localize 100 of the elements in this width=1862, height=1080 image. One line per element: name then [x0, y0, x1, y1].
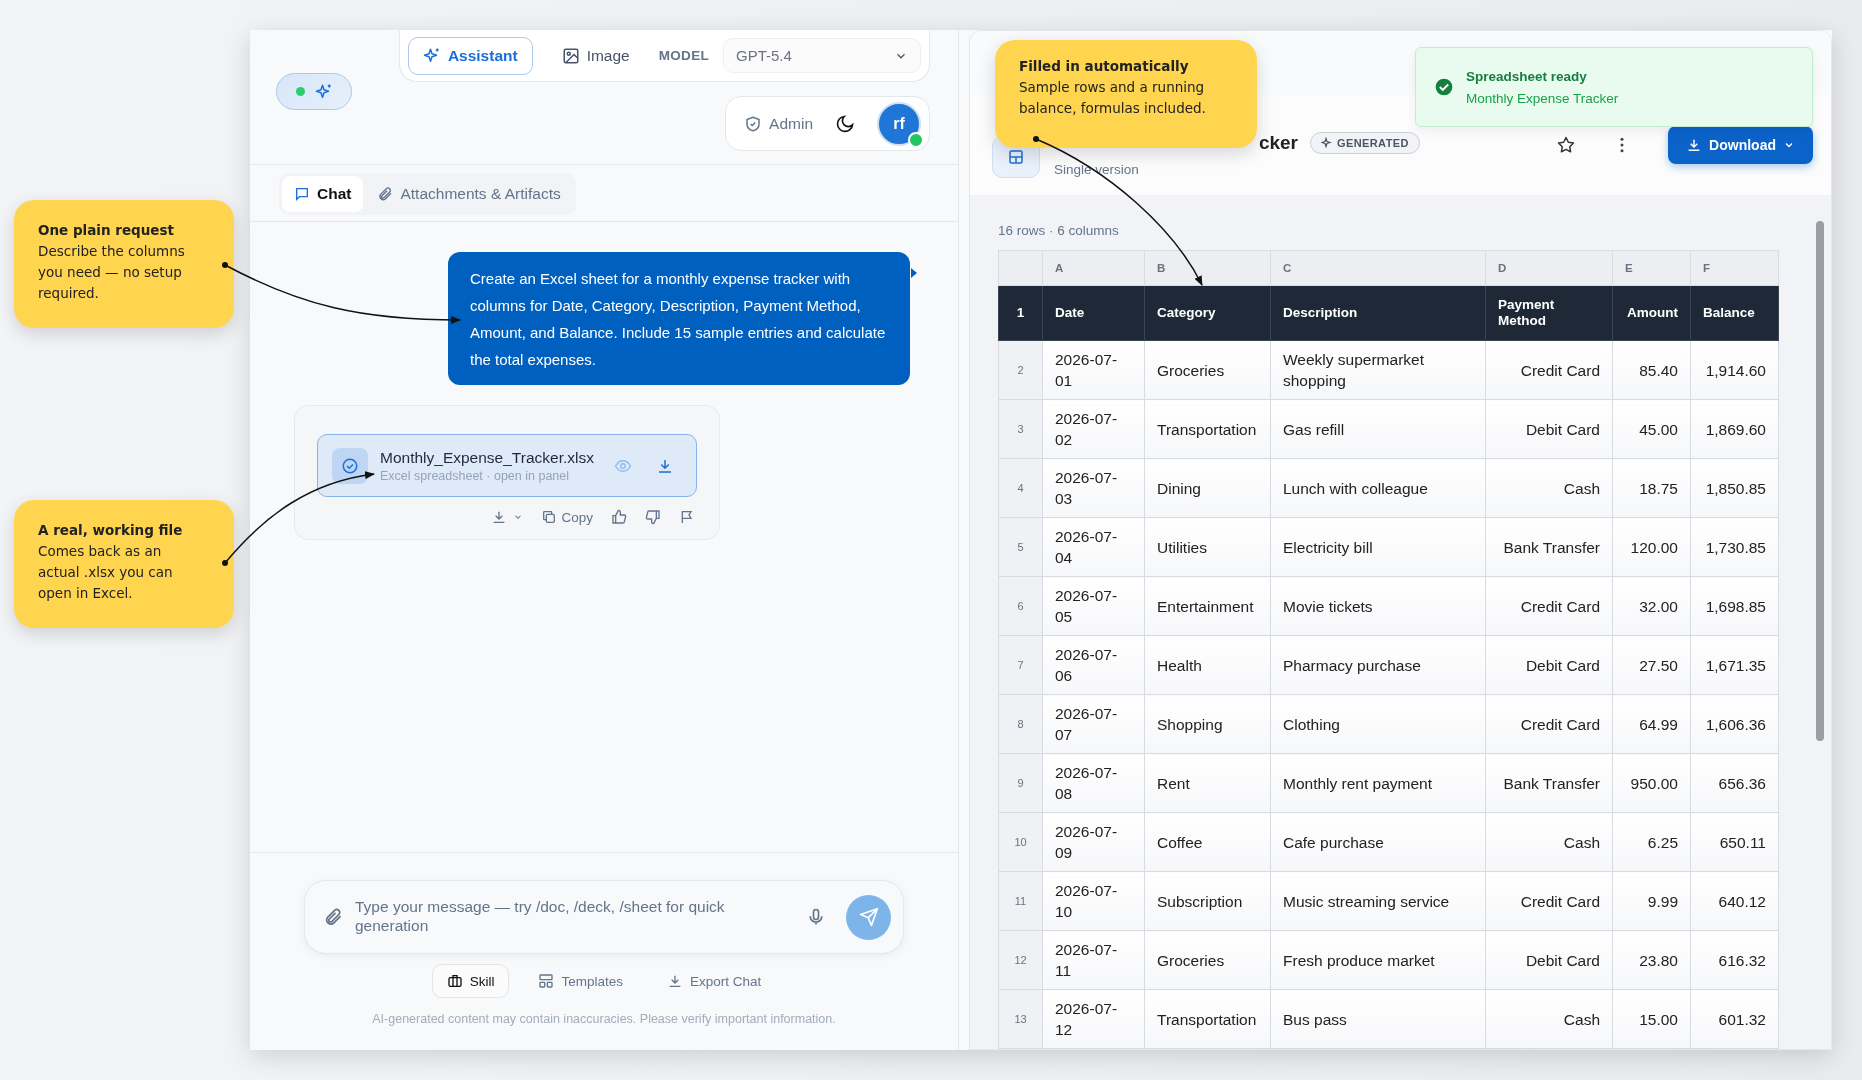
- file-subtitle: Excel spreadsheet · open in panel: [380, 468, 570, 483]
- row-number: 8: [998, 694, 1043, 754]
- file-attachment[interactable]: Monthly_Expense_Tracker.xlsx Excel spreadsheet · open in panel: [317, 434, 697, 497]
- table-cell: 2026-07-12: [1042, 989, 1145, 1049]
- sparkle-icon: [314, 82, 333, 101]
- generated-badge: GENERATED: [1310, 131, 1420, 154]
- toast-message: Monthly Expense Tracker: [1466, 90, 1619, 106]
- table-cell: Debit Card: [1485, 930, 1613, 990]
- thumbs-up-icon[interactable]: [611, 509, 627, 525]
- table-cell: 2026-07-04: [1042, 517, 1145, 577]
- table-cell: 2026-07-11: [1042, 930, 1145, 990]
- table-cell: Debit Card: [1485, 635, 1613, 695]
- copy-icon: [541, 509, 558, 525]
- send-icon: [858, 907, 879, 927]
- row-number: 12: [998, 930, 1043, 990]
- flag-icon[interactable]: [679, 509, 695, 525]
- thumbs-down-icon[interactable]: [645, 509, 661, 525]
- table-cell: Subscription: [1144, 871, 1271, 931]
- copy-button[interactable]: Copy: [541, 509, 593, 525]
- table-cell: Fresh produce market: [1270, 930, 1486, 990]
- table-cell: Cash: [1485, 458, 1613, 518]
- table-cell: 650.11: [1690, 812, 1779, 872]
- table-cell: 32.00: [1612, 576, 1691, 636]
- microphone-icon[interactable]: [806, 907, 826, 927]
- panel-tab[interactable]: Attachments & Artifacts: [365, 176, 573, 212]
- table-cell: 2026-07-05: [1042, 576, 1145, 636]
- table-cell: Bank Transfer: [1485, 753, 1613, 813]
- table-cell: 2026-07-10: [1042, 871, 1145, 931]
- row-number: 1: [998, 285, 1043, 341]
- callout-text: Describe the columns you need — no setup required.: [38, 242, 186, 303]
- table-cell: 120.00: [1612, 517, 1691, 577]
- assistant-status-button[interactable]: [276, 73, 352, 110]
- briefcase-icon: [446, 973, 463, 989]
- callout-title: Filled in automatically: [1019, 57, 1190, 76]
- table-cell: 1,914.60: [1690, 340, 1779, 400]
- table-cell: Weekly supermarket shopping: [1270, 340, 1486, 400]
- table-cell: 45.00: [1612, 399, 1691, 459]
- paperclip-icon[interactable]: [323, 907, 343, 927]
- row-number: 10: [998, 812, 1043, 872]
- row-number: 4: [998, 458, 1043, 518]
- table-cell: Music streaming service: [1270, 871, 1486, 931]
- model-dropdown[interactable]: GPT-5.4: [723, 38, 921, 73]
- row-number: 13: [998, 989, 1043, 1049]
- table-cell: 2026-07-01: [1042, 340, 1145, 400]
- message-field[interactable]: Type your message — try /doc, /deck, /sheet for quick generation: [304, 880, 904, 954]
- sparkle-icon: [1321, 136, 1333, 149]
- table-cell: Debit Card: [1485, 399, 1613, 459]
- table-cell: 9.99: [1612, 871, 1691, 931]
- table-cell: 2026-07-07: [1042, 694, 1145, 754]
- mode-tab[interactable]: Assistant: [407, 36, 533, 75]
- table-cell: 23.80: [1612, 930, 1691, 990]
- column-letter: A: [1042, 250, 1145, 286]
- table-cell: Utilities: [1144, 517, 1271, 577]
- paperclip-icon: [377, 186, 394, 202]
- row-number: 11: [998, 871, 1043, 931]
- composer-tool-button[interactable]: Templates: [523, 964, 638, 998]
- table-cell: Bus pass: [1270, 989, 1486, 1049]
- table-cell: 64.99: [1612, 694, 1691, 754]
- corner-cell: [998, 250, 1043, 286]
- column-header: Amount: [1612, 285, 1691, 341]
- callout-title: One plain request: [38, 221, 175, 240]
- composer-tool-button[interactable]: Skill: [431, 964, 510, 998]
- message-tail-icon: [911, 268, 917, 278]
- panel-tab[interactable]: Chat: [282, 176, 364, 212]
- table-cell: 2026-07-03: [1042, 458, 1145, 518]
- table-cell: Credit Card: [1485, 694, 1613, 754]
- column-letter: F: [1690, 250, 1779, 286]
- moon-icon[interactable]: [835, 113, 855, 134]
- message-input[interactable]: Type your message — try /doc, /deck, /sheet for quick generation: [355, 897, 794, 937]
- composer-tool-button[interactable]: Export Chat: [652, 964, 777, 998]
- table-cell: 656.36: [1690, 753, 1779, 813]
- table-cell: Credit Card: [1485, 871, 1613, 931]
- column-letter: C: [1270, 250, 1486, 286]
- admin-button[interactable]: Admin: [744, 114, 813, 133]
- callout-text: Sample rows and a running balance, formulas included.: [1019, 78, 1207, 118]
- mode-tab[interactable]: Image: [546, 36, 645, 75]
- table-cell: 2026-07-08: [1042, 753, 1145, 813]
- table-cell: Groceries: [1144, 930, 1271, 990]
- status-dot: [295, 87, 305, 96]
- column-header: Payment Method: [1485, 285, 1613, 341]
- star-icon[interactable]: [1556, 135, 1577, 155]
- avatar[interactable]: rf: [877, 101, 921, 146]
- table-cell: Entertainment: [1144, 576, 1271, 636]
- table-cell: Cash: [1485, 812, 1613, 872]
- row-number: 9: [998, 753, 1043, 813]
- download-button[interactable]: Download: [1668, 126, 1813, 164]
- table-cell: 616.32: [1690, 930, 1779, 990]
- layout-icon: [538, 973, 555, 989]
- table-cell: Credit Card: [1485, 340, 1613, 400]
- toast-title: Spreadsheet ready: [1466, 68, 1588, 84]
- shield-check-icon: [744, 114, 763, 133]
- table-summary: 16 rows · 6 columns: [998, 223, 1120, 238]
- table-cell: 1,671.35: [1690, 635, 1779, 695]
- table-cell: Gas refill: [1270, 399, 1486, 459]
- table-cell: Rent: [1144, 753, 1271, 813]
- table-cell: Bank Transfer: [1485, 517, 1613, 577]
- table-cell: Groceries: [1144, 340, 1271, 400]
- table-cell: 601.32: [1690, 989, 1779, 1049]
- model-label: MODEL: [658, 48, 709, 63]
- table-cell: 1,698.85: [1690, 576, 1779, 636]
